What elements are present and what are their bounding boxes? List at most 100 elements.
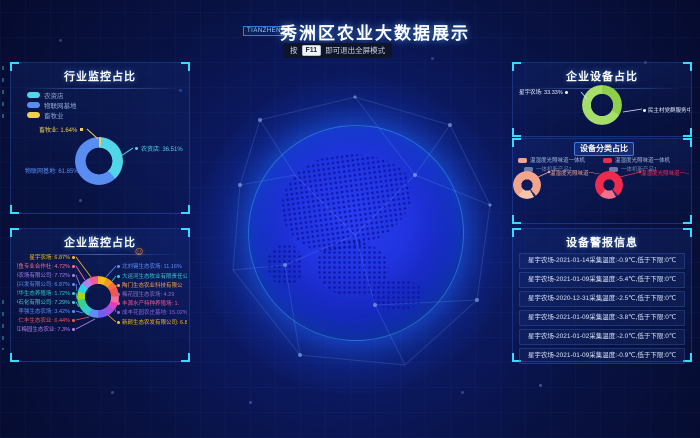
slice-label-dot — [117, 265, 120, 268]
slice-label: 秀洲黑鱼专业合作社: 4.72% — [17, 262, 75, 270]
alarm-row: 星宇农场-2021-01-14采集温度:-0.9℃,低于下限:0℃ — [519, 253, 685, 269]
slice-label-text: 星宇农场: 33.33% — [519, 88, 563, 96]
slice-label-text: 大运河生态牧业有限责任公 — [122, 272, 187, 280]
slice-label-dot — [135, 147, 138, 150]
slice-label: 成丰花园农庄基地: 15.02% — [117, 308, 187, 316]
corner-decor — [181, 62, 190, 71]
globe — [248, 125, 464, 341]
slice-label: 家缘农场有限公司: 7.72% — [17, 271, 75, 279]
legend-label: 农资店 — [44, 90, 64, 100]
alarm-row: 星宇农场-2021-01-09采集温度:-3.8℃,低于下限:0℃ — [519, 310, 685, 326]
dashboard: TIANZHENT 秀洲区农业大数据展示 按 F11 即可退出全屏模式 行业监控… — [0, 0, 700, 438]
slice-label-dot — [80, 128, 83, 131]
slice-label: 红梅园生态农业: 7.3% — [17, 325, 75, 333]
corner-decor — [683, 138, 692, 147]
slice-label-text: 物联网基地: 61.85% — [25, 166, 79, 175]
corner-decor — [512, 228, 521, 237]
slice-label: 大运河生态牧业有限责任公 — [117, 272, 187, 280]
background-stars — [0, 0, 1, 1]
slice-label-text: 瑞兴发有限公司: 6.87% — [17, 280, 70, 288]
alarm-row: 星宇农场-2021-01-09采集温度:-0.9℃,低于下限:0℃ — [519, 348, 685, 364]
slice-label-dot — [72, 265, 75, 268]
slice-label: 世华生态养殖场: 1.72% — [17, 289, 75, 297]
slice-label-text: 梅花园生态农场: 4.29 — [122, 290, 174, 298]
title-divider — [19, 88, 181, 89]
alarm-row: 星宇农场-2021-01-02采集温度:-2.0℃,低于下限:0℃ — [519, 329, 685, 345]
slice-label-text: 星宇农场: 6.87% — [29, 253, 70, 261]
f11-keycap: F11 — [302, 45, 322, 56]
legend-label: 畜牧业 — [44, 110, 64, 120]
slice-callout: 温湿度光照味道一— — [550, 169, 600, 177]
corner-decor — [10, 353, 19, 362]
slice-label-dot — [117, 321, 120, 324]
equipment-donut-chart[interactable] — [582, 85, 622, 125]
legend-swatch — [27, 92, 40, 98]
legend-item[interactable]: 温湿度光照味道一体机 — [518, 156, 585, 164]
enterprise-donut-chart[interactable] — [77, 276, 119, 318]
corner-decor — [512, 138, 521, 147]
slice-label-text: 民主村党群服务中心: — [648, 106, 690, 114]
corner-decor — [683, 128, 692, 137]
slice-label-text: 家缘农场有限公司: 7.72% — [17, 271, 70, 279]
slice-label: 丰源水产特种养殖场: 1. — [117, 299, 187, 307]
corner-decor — [683, 228, 692, 237]
slice-label-dot — [72, 319, 75, 322]
corner-decor — [181, 205, 190, 214]
slice-label: 中石化有限公司: 7.29% — [17, 298, 75, 306]
panel-equipment-share: 企业设备占比 星宇农场: 33.33% 民主村党群服务中心: — [512, 62, 692, 137]
globe-continent-dots — [371, 280, 423, 310]
slice-label-dot — [72, 274, 75, 277]
slice-label: 瑞兴发有限公司: 6.87% — [17, 280, 75, 288]
edge-ticks-left-top — [2, 66, 4, 126]
corner-decor — [181, 228, 190, 237]
slice-label: 仁丰生态农业: 6.44% — [17, 316, 75, 324]
slice-label-text: 丰源水产特种养殖场: 1. — [122, 299, 179, 307]
slice-label-dot — [117, 293, 120, 296]
slice-label-dot — [117, 302, 120, 305]
panel-device-classification: 设备分类占比 温湿度光照味道一体机 一体机新产品1 温湿度光照味道一— 温湿度光… — [512, 138, 692, 224]
corner-decor — [683, 215, 692, 224]
decor-emoji: ☺ — [133, 244, 145, 258]
slice-label: 李强生态农场: 3.42% — [17, 307, 75, 315]
slice-label: 星宇农场: 6.87% — [17, 253, 75, 261]
slice-label-text: 李强生态农场: 3.42% — [18, 307, 70, 315]
legend-swatch — [518, 158, 527, 163]
corner-decor — [10, 62, 19, 71]
panel-title: 企业监控占比 — [11, 234, 189, 250]
legend-item[interactable]: 物联网基地 — [27, 100, 77, 110]
slice-label-dot — [117, 284, 120, 287]
slice-label-text: 红梅园生态农业: 7.3% — [17, 325, 70, 333]
corner-decor — [512, 128, 521, 137]
slice-label: 星宇农场: 33.33% — [519, 88, 568, 96]
legend-swatch — [603, 158, 612, 163]
panel-industry-monitor: 行业监控占比 农资店 物联网基地 畜牧业 畜牧业: 1.64% 农资店: 36.… — [10, 62, 190, 214]
corner-decor — [181, 353, 190, 362]
alarm-list[interactable]: 星宇农场-2021-01-14采集温度:-0.9℃,低于下限:0℃ 星宇农场-2… — [519, 253, 685, 367]
industry-donut-chart[interactable] — [75, 137, 123, 185]
slice-label: 陶门生态农业科技有限公 — [117, 281, 187, 289]
slice-label-text: 北刘锡生态农场: 11.16% — [122, 262, 182, 270]
slice-label: 北刘锡生态农场: 11.16% — [117, 262, 187, 270]
device-class-donut-left[interactable] — [513, 171, 541, 199]
panel-title: 设备分类占比 — [574, 142, 634, 156]
fullscreen-hint: 按 F11 即可退出全屏模式 — [283, 43, 392, 58]
corner-decor — [512, 215, 521, 224]
legend-label: 物联网基地 — [44, 100, 77, 110]
slice-label-dot — [72, 301, 75, 304]
device-class-donut-right[interactable] — [595, 171, 623, 199]
slice-label-dot — [643, 109, 646, 112]
edge-ticks-left-bottom — [2, 300, 4, 350]
slice-label-dot — [565, 91, 568, 94]
slice-label-text: 成丰花园农庄基地: 15.02% — [122, 308, 187, 316]
page-title: 秀洲区农业大数据展示 — [280, 19, 470, 44]
legend-label: 温湿度光照味道一体机 — [530, 156, 585, 164]
corner-decor — [10, 228, 19, 237]
legend-item[interactable]: 畜牧业 — [27, 110, 64, 120]
alarm-row: 星宇农场-2021-01-09采集温度:-5.4℃,低于下限:0℃ — [519, 272, 685, 288]
legend-item[interactable]: 温湿度光照味道一体机 — [603, 156, 670, 164]
slice-label-dot — [117, 311, 120, 314]
slice-label-text: 仁丰生态农业: 6.44% — [18, 316, 70, 324]
legend-item[interactable]: 农资店 — [27, 90, 64, 100]
slice-label-text: 世华生态养殖场: 1.72% — [17, 289, 70, 297]
slice-label-text: 农资店: 36.51% — [141, 144, 183, 153]
